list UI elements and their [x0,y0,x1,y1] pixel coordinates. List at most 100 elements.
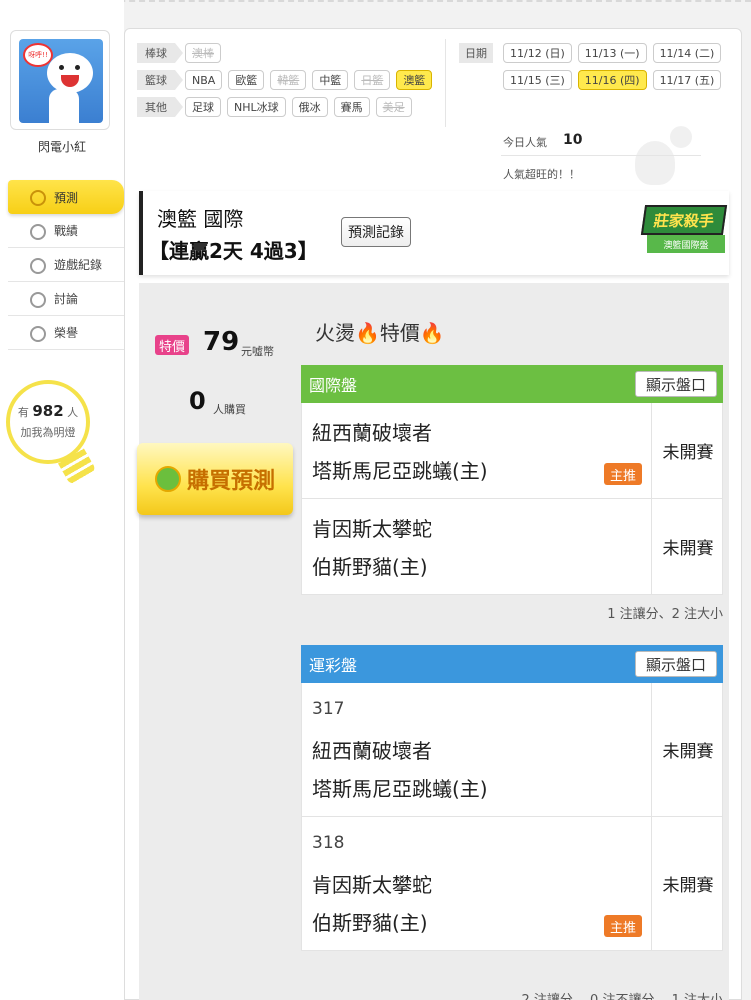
avatar-image: 呀呼!! [19,39,103,123]
home-team: 塔斯馬尼亞跳蟻(主) [312,459,488,483]
fans-count: 有 982 人 [17,402,79,420]
international-header: 國際盤 顯示盤口 [301,365,723,403]
sidebar-item-label: 預測 [54,190,79,205]
chip-russia-hockey[interactable]: 俄冰 [291,97,328,117]
home-team: 伯斯野貓(主) [312,911,428,935]
game-code: 317 [312,699,345,719]
category-label: 其他 [137,97,183,117]
date-chip-1115[interactable]: 11/15 (三) [503,70,572,90]
chip-horse-racing[interactable]: 賽馬 [333,97,370,117]
game-status: 未開賽 [662,443,714,463]
buy-prediction-button[interactable]: 購買預測 [137,443,293,515]
record-icon [30,258,46,274]
filter-divider [445,39,446,127]
date-row-2: 11/15 (三) 11/16 (四) 11/17 (五) [503,70,727,90]
chip-korea-basketball: 韓籃 [270,70,307,90]
table-row: 317 紐西蘭破壞者 塔斯馬尼亞跳蟻(主) 未開賽 [301,683,723,817]
chip-china-basketball[interactable]: 中籃 [312,70,349,90]
streak-title: 【連贏2天 4過3】 [149,239,318,263]
chip-american-football: 美足 [375,97,412,117]
date-chip-1116[interactable]: 11/16 (四) [577,70,647,90]
filter-row-basketball: 籃球 NBA 歐籃 韓籃 中籃 日籃 澳籃 [137,70,438,90]
flame-icon: 🔥 [419,321,445,345]
game-status: 未開賽 [662,539,714,559]
popularity-divider [501,155,701,156]
away-team: 肯因斯太攀蛇 [312,517,432,541]
home-team: 塔斯馬尼亞跳蟻(主) [312,777,488,801]
hot-sale-title: 火燙🔥特價🔥 [315,321,445,345]
prediction-titlebar: 澳籃 國際 【連贏2天 4過3】 預測記錄 莊家殺手 澳籃國際盤 [139,191,729,275]
buy-button-label: 購買預測 [186,469,275,494]
badge-subtitle: 澳籃國際盤 [647,235,725,253]
table-title: 運彩盤 [309,656,358,675]
sidebar-item-label: 遊戲紀錄 [54,258,103,272]
buyers-label: 人購買 [213,403,246,416]
flame-icon: 🔥 [355,321,380,345]
avatar-bubble: 呀呼!! [23,43,53,67]
side-nav: 預測 戰績 遊戲紀錄 討論 榮譽 [8,180,124,350]
date-chip-1112[interactable]: 11/12 (日) [503,43,572,63]
recommend-badge: 主推 [604,463,642,485]
price-value: 79 [203,327,240,357]
chart-icon [30,224,46,240]
fans-caption: 加我為明燈 [20,426,76,439]
chip-euro-basketball[interactable]: 歐籃 [228,70,265,90]
main-panel: 棒球 澳棒 籃球 NBA 歐籃 韓籃 中籃 日籃 澳籃 其他 足球 NHL冰球 … [124,28,742,1000]
buyers-count: 0 [189,387,206,415]
banker-killer-badge: 莊家殺手 澳籃國際盤 [640,205,728,259]
chip-nhl[interactable]: NHL冰球 [227,97,286,117]
international-summary: 1 注讓分、2 注大小 [607,607,723,622]
filter-row-other: 其他 足球 NHL冰球 俄冰 賽馬 美足 [137,97,418,117]
sidebar-item-game-history[interactable]: 遊戲紀錄 [8,248,124,282]
sidebar-item-record[interactable]: 戰績 [8,214,124,248]
filter-row-baseball: 棒球 澳棒 [137,43,227,63]
prediction-record-button[interactable]: 預測記錄 [341,217,411,247]
popularity-label: 今日人氣 [503,136,547,149]
sidebar-item-label: 榮譽 [54,326,79,340]
coin-icon [154,466,181,492]
game-status: 未開賽 [662,742,714,762]
pen-icon [30,292,46,308]
badge-title: 莊家殺手 [640,205,728,235]
lottery-header: 運彩盤 顯示盤口 [301,645,723,683]
sidebar-item-label: 討論 [54,292,79,306]
chip-soccer[interactable]: 足球 [185,97,221,117]
chip-aus-basketball[interactable]: 澳籃 [396,70,433,90]
avatar[interactable]: 呀呼!! [10,30,110,130]
sale-tag: 特價 [155,335,190,355]
lottery-summary: 2 注讓分、 0 注不讓分、 1 注大小 [522,989,723,1000]
page-title: 澳籃 國際 [157,207,244,231]
username[interactable]: 閃電小紅 [0,138,124,155]
international-odds-table: 國際盤 顯示盤口 紐西蘭破壞者 塔斯馬尼亞跳蟻(主) 主推 未開賽 肯因斯太攀蛇… [301,365,723,595]
date-chip-1113[interactable]: 11/13 (一) [577,43,647,63]
table-row: 紐西蘭破壞者 塔斯馬尼亞跳蟻(主) 主推 未開賽 [301,403,723,499]
sidebar: 呀呼!! 閃電小紅 預測 戰績 遊戲紀錄 討論 榮譽 有 982 人 加我為明燈 [0,0,124,1000]
sidebar-item-discuss[interactable]: 討論 [8,282,124,316]
table-row: 肯因斯太攀蛇 伯斯野貓(主) 未開賽 [301,499,723,595]
recommend-badge: 主推 [604,915,642,937]
category-label: 棒球 [137,43,183,63]
sidebar-item-predict[interactable]: 預測 [8,180,124,214]
game-code: 318 [312,833,345,853]
home-team: 伯斯野貓(主) [312,555,428,579]
chip-aus-baseball: 澳棒 [185,43,221,63]
mascot-watermark-icon [615,121,705,191]
lightbulb-icon [6,380,90,464]
date-chip-1114[interactable]: 11/14 (二) [652,43,722,63]
away-team: 紐西蘭破壞者 [312,421,432,445]
lottery-odds-table: 運彩盤 顯示盤口 317 紐西蘭破壞者 塔斯馬尼亞跳蟻(主) 未開賽 318 肯… [301,645,723,951]
show-odds-button[interactable]: 顯示盤口 [634,651,717,677]
category-label: 籃球 [137,70,183,90]
game-status: 未開賽 [662,876,714,896]
table-title: 國際盤 [309,376,358,395]
sidebar-item-honor[interactable]: 榮譽 [8,316,124,350]
price-unit: 元噓幣 [241,345,274,358]
chip-nba[interactable]: NBA [185,70,223,90]
target-icon [30,190,46,206]
date-chip-1117[interactable]: 11/17 (五) [652,70,722,90]
away-team: 紐西蘭破壞者 [312,739,432,763]
follow-bulb-button[interactable]: 有 982 人 加我為明燈 [6,380,97,490]
show-odds-button[interactable]: 顯示盤口 [634,371,717,397]
date-row-1: 日期 11/12 (日) 11/13 (一) 11/14 (二) [459,43,727,63]
date-label: 日期 [459,43,493,63]
